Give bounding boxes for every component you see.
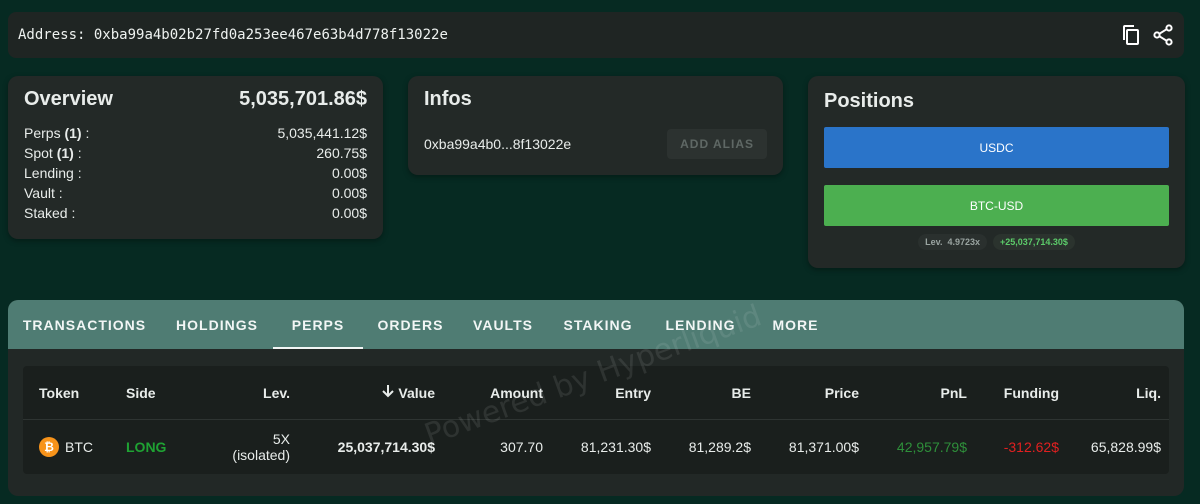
cell-price: 81,371.00$	[788, 439, 859, 455]
header-be[interactable]: BE	[659, 385, 759, 401]
cell-token: ₿ BTC	[23, 437, 118, 457]
overview-row-label: Spot (1) :	[24, 145, 82, 161]
cell-liq: 65,828.99$	[1090, 439, 1161, 455]
infos-short-address: 0xba99a4b0...8f13022e	[424, 136, 572, 152]
tab-perps[interactable]: PERPS	[273, 300, 363, 349]
tab-bar: TRANSACTIONS HOLDINGS PERPS ORDERS VAULT…	[8, 300, 1184, 349]
address-actions	[1120, 23, 1174, 47]
header-funding[interactable]: Funding	[975, 385, 1067, 401]
overview-row-spot: Spot (1) : 260.75$	[24, 143, 367, 163]
overview-row-label: Perps (1) :	[24, 125, 90, 141]
overview-row-label: Lending :	[24, 165, 82, 181]
overview-row-value: 260.75$	[316, 145, 367, 161]
overview-total: 5,035,701.86$	[239, 88, 367, 110]
address-label: Address: 0xba99a4b02b27fd0a253ee467e63b4…	[18, 27, 448, 43]
cell-value: 25,037,714.30$	[337, 439, 435, 455]
overview-rows: Perps (1) : 5,035,441.12$ Spot (1) : 260…	[24, 123, 367, 223]
add-alias-button[interactable]: ADD ALIAS	[667, 129, 767, 159]
cell-funding: -312.62$	[1003, 439, 1059, 455]
header-side[interactable]: Side	[118, 385, 198, 401]
infos-card: Infos 0xba99a4b0...8f13022e ADD ALIAS	[408, 76, 783, 175]
cell-lev: 5X (isolated)	[232, 431, 290, 463]
position-btc-usd-button[interactable]: BTC-USD	[824, 185, 1169, 226]
tab-vaults[interactable]: VAULTS	[458, 300, 548, 349]
overview-card: Overview 5,035,701.86$ Perps (1) : 5,035…	[8, 76, 383, 239]
sort-down-arrow-icon	[382, 384, 395, 401]
positions-title: Positions	[824, 90, 915, 112]
tab-more[interactable]: MORE	[753, 300, 838, 349]
overview-row-value: 0.00$	[331, 165, 367, 181]
overview-row-label: Vault :	[24, 185, 63, 201]
overview-row-vault: Vault : 0.00$	[24, 183, 367, 203]
tabs-card: TRANSACTIONS HOLDINGS PERPS ORDERS VAULT…	[8, 300, 1184, 496]
tab-holdings[interactable]: HOLDINGS	[161, 300, 273, 349]
infos-title: Infos	[424, 88, 472, 110]
pnl-chip: +25,037,714.30$	[993, 234, 1075, 250]
copy-icon[interactable]	[1120, 23, 1142, 47]
overview-row-value: 0.00$	[331, 205, 367, 221]
overview-row-staked: Staked : 0.00$	[24, 203, 367, 223]
position-chips: Lev. 4.9723x +25,037,714.30$	[824, 234, 1169, 250]
cell-entry: 81,231.30$	[580, 439, 651, 455]
cell-side: LONG	[126, 439, 167, 455]
address-value: 0xba99a4b02b27fd0a253ee467e63b4d778f1302…	[93, 27, 448, 43]
overview-row-value: 0.00$	[331, 185, 367, 201]
table-row[interactable]: ₿ BTC LONG 5X (isolated) 25,037,714.30$ …	[23, 420, 1169, 474]
position-usdc-button[interactable]: USDC	[824, 127, 1169, 168]
positions-card: Positions USDC BTC-USD Lev. 4.9723x +25,…	[808, 76, 1185, 268]
bitcoin-icon: ₿	[39, 437, 59, 457]
tab-transactions[interactable]: TRANSACTIONS	[8, 300, 161, 349]
overview-title: Overview	[24, 88, 113, 110]
header-value[interactable]: Value	[298, 384, 443, 401]
overview-row-label: Staked :	[24, 205, 76, 221]
cell-pnl: 42,957.79$	[896, 439, 967, 455]
overview-row-value: 5,035,441.12$	[277, 125, 367, 141]
overview-row-lending: Lending : 0.00$	[24, 163, 367, 183]
address-label-text: Address:	[18, 27, 86, 43]
address-bar: Address: 0xba99a4b02b27fd0a253ee467e63b4…	[8, 12, 1184, 58]
tab-orders[interactable]: ORDERS	[363, 300, 458, 349]
share-icon[interactable]	[1152, 23, 1174, 47]
header-lev[interactable]: Lev.	[198, 385, 298, 401]
header-liq[interactable]: Liq.	[1067, 385, 1169, 401]
header-price[interactable]: Price	[759, 385, 867, 401]
header-token[interactable]: Token	[23, 385, 118, 401]
cell-be: 81,289.2$	[688, 439, 751, 455]
header-pnl[interactable]: PnL	[867, 385, 975, 401]
leverage-chip: Lev. 4.9723x	[918, 234, 988, 250]
overview-row-perps: Perps (1) : 5,035,441.12$	[24, 123, 367, 143]
